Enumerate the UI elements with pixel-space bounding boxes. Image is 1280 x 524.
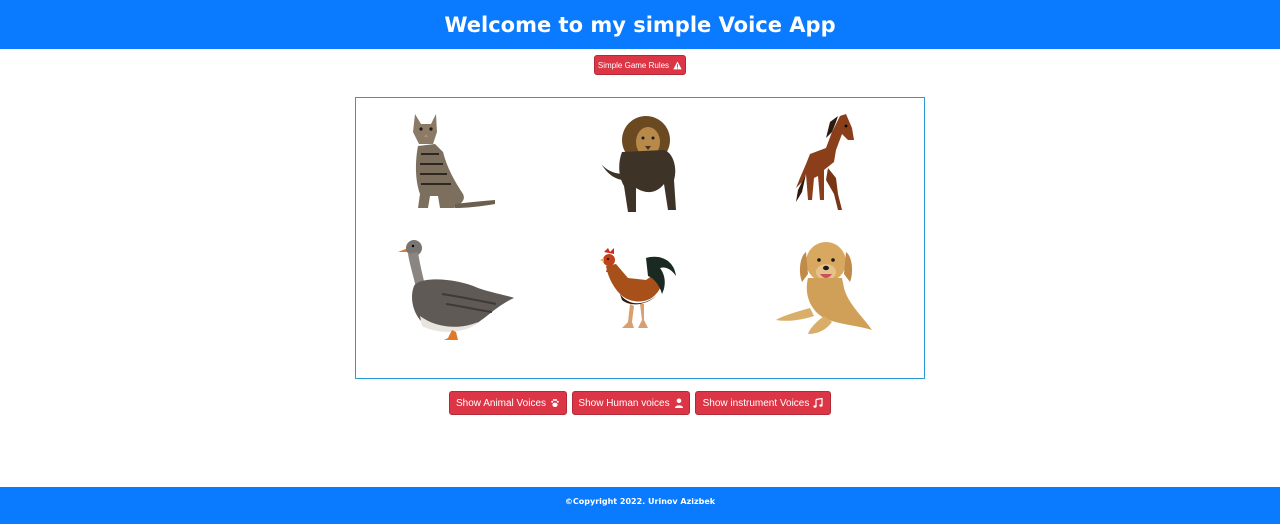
app-footer: ©Copyright 2022. Urinov Azizbek [0, 487, 1280, 524]
copyright-text: ©Copyright 2022. Urinov Azizbek [564, 497, 716, 506]
animal-button-label: Show Animal Voices [455, 397, 547, 409]
show-instrument-voices-button[interactable]: Show instrument Voices [695, 391, 831, 415]
warning-triangle-icon [673, 60, 682, 70]
goose-image[interactable] [396, 236, 516, 346]
show-animal-voices-button[interactable]: Show Animal Voices [449, 391, 567, 415]
human-button-label: Show Human voices [578, 397, 670, 409]
rules-button-label: Simple Game Rules [597, 60, 670, 70]
rooster-image[interactable] [600, 248, 678, 336]
lion-image[interactable] [598, 114, 682, 220]
cat-image[interactable] [411, 112, 501, 218]
dog-image[interactable] [774, 238, 878, 342]
animal-grid [355, 97, 925, 379]
instrument-button-label: Show instrument Voices [702, 397, 810, 409]
page-title: Welcome to my simple Voice App [444, 12, 836, 37]
voice-category-buttons: Show Animal Voices Show Human voices Sho… [0, 391, 1280, 415]
show-human-voices-button[interactable]: Show Human voices [572, 391, 690, 415]
music-note-icon [813, 398, 823, 408]
user-icon [674, 398, 684, 408]
game-rules-button[interactable]: Simple Game Rules [594, 55, 686, 75]
app-header: Welcome to my simple Voice App [0, 0, 1280, 49]
horse-image[interactable] [794, 112, 858, 218]
paw-icon [550, 398, 560, 408]
